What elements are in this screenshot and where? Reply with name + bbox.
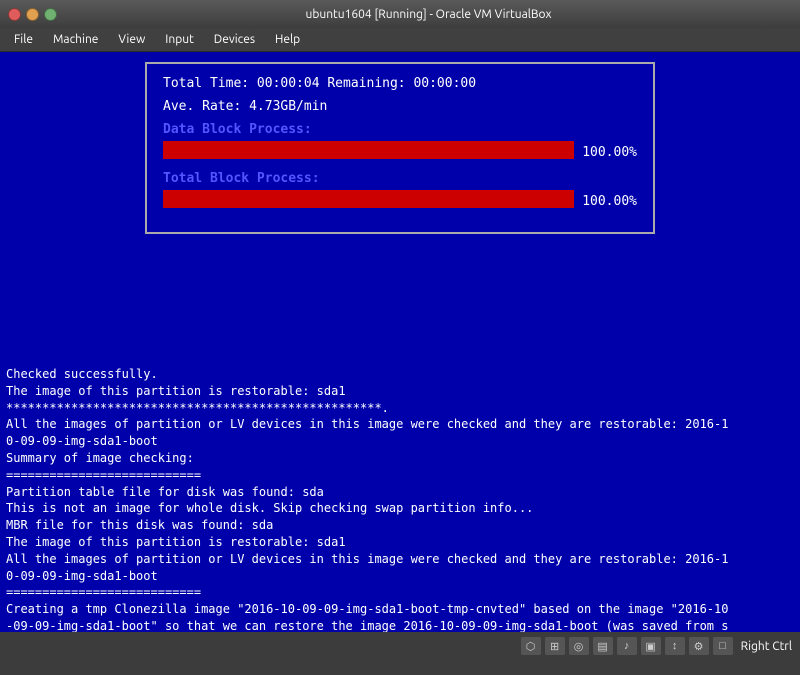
menu-devices[interactable]: Devices: [204, 31, 265, 48]
terminal-line: Summary of image checking:: [6, 450, 794, 467]
menu-bar: File Machine View Input Devices Help: [0, 28, 800, 52]
menu-view[interactable]: View: [108, 31, 155, 48]
vm-display: Total Time: 00:00:04 Remaining: 00:00:00…: [0, 52, 800, 660]
terminal-area: Checked successfully.The image of this p…: [0, 362, 800, 660]
right-ctrl-label: Right Ctrl: [741, 640, 792, 653]
terminal-line: This is not an image for whole disk. Ski…: [6, 500, 794, 517]
maximize-button[interactable]: [44, 8, 57, 21]
monitor-icon: □: [713, 637, 733, 655]
total-block-bar-fill: [163, 190, 574, 208]
data-block-bar-container: [163, 141, 574, 159]
net2-icon: ↕: [665, 637, 685, 655]
window-controls: [8, 8, 57, 21]
close-button[interactable]: [8, 8, 21, 21]
terminal-line: 0-09-09-img-sda1-boot: [6, 433, 794, 450]
data-block-percent: 100.00%: [582, 145, 637, 160]
audio-icon: ♪: [617, 637, 637, 655]
cpu-icon: ▣: [641, 637, 661, 655]
terminal-line: MBR file for this disk was found: sda: [6, 517, 794, 534]
terminal-line: ===========================: [6, 584, 794, 601]
total-block-row: 100.00%: [163, 190, 637, 212]
terminal-line: Creating a tmp Clonezilla image "2016-10…: [6, 601, 794, 618]
total-block-bar-container: [163, 190, 574, 208]
window-title: ubuntu1604 [Running] - Oracle VM Virtual…: [65, 8, 792, 21]
terminal-line: 0-09-09-img-sda1-boot: [6, 568, 794, 585]
ave-rate-info: Ave. Rate: 4.73GB/min: [163, 99, 637, 114]
total-block-percent: 100.00%: [582, 194, 637, 209]
progress-dialog: Total Time: 00:00:04 Remaining: 00:00:00…: [145, 62, 655, 234]
terminal-line: ****************************************…: [6, 400, 794, 417]
cd-icon: ◎: [569, 637, 589, 655]
terminal-line: Partition table file for disk was found:…: [6, 484, 794, 501]
menu-file[interactable]: File: [4, 31, 43, 48]
terminal-line: The image of this partition is restorabl…: [6, 383, 794, 400]
total-time-info: Total Time: 00:00:04 Remaining: 00:00:00: [163, 76, 637, 91]
terminal-line: All the images of partition or LV device…: [6, 551, 794, 568]
menu-machine[interactable]: Machine: [43, 31, 108, 48]
usb-icon: ⬡: [521, 637, 541, 655]
title-bar: ubuntu1604 [Running] - Oracle VM Virtual…: [0, 0, 800, 28]
data-block-bar-fill: [163, 141, 574, 159]
terminal-line: The image of this partition is restorabl…: [6, 534, 794, 551]
hdd-icon: ▤: [593, 637, 613, 655]
menu-input[interactable]: Input: [155, 31, 204, 48]
terminal-line: ===========================: [6, 467, 794, 484]
data-block-row: 100.00%: [163, 141, 637, 163]
total-block-label: Total Block Process:: [163, 171, 637, 186]
network-icon: ⊞: [545, 637, 565, 655]
data-block-label: Data Block Process:: [163, 122, 637, 137]
vm-status-bar: ⬡ ⊞ ◎ ▤ ♪ ▣ ↕ ⚙ □ Right Ctrl: [0, 632, 800, 660]
settings-icon: ⚙: [689, 637, 709, 655]
menu-help[interactable]: Help: [265, 31, 310, 48]
minimize-button[interactable]: [26, 8, 39, 21]
terminal-line: Checked successfully.: [6, 366, 794, 383]
terminal-line: All the images of partition or LV device…: [6, 416, 794, 433]
